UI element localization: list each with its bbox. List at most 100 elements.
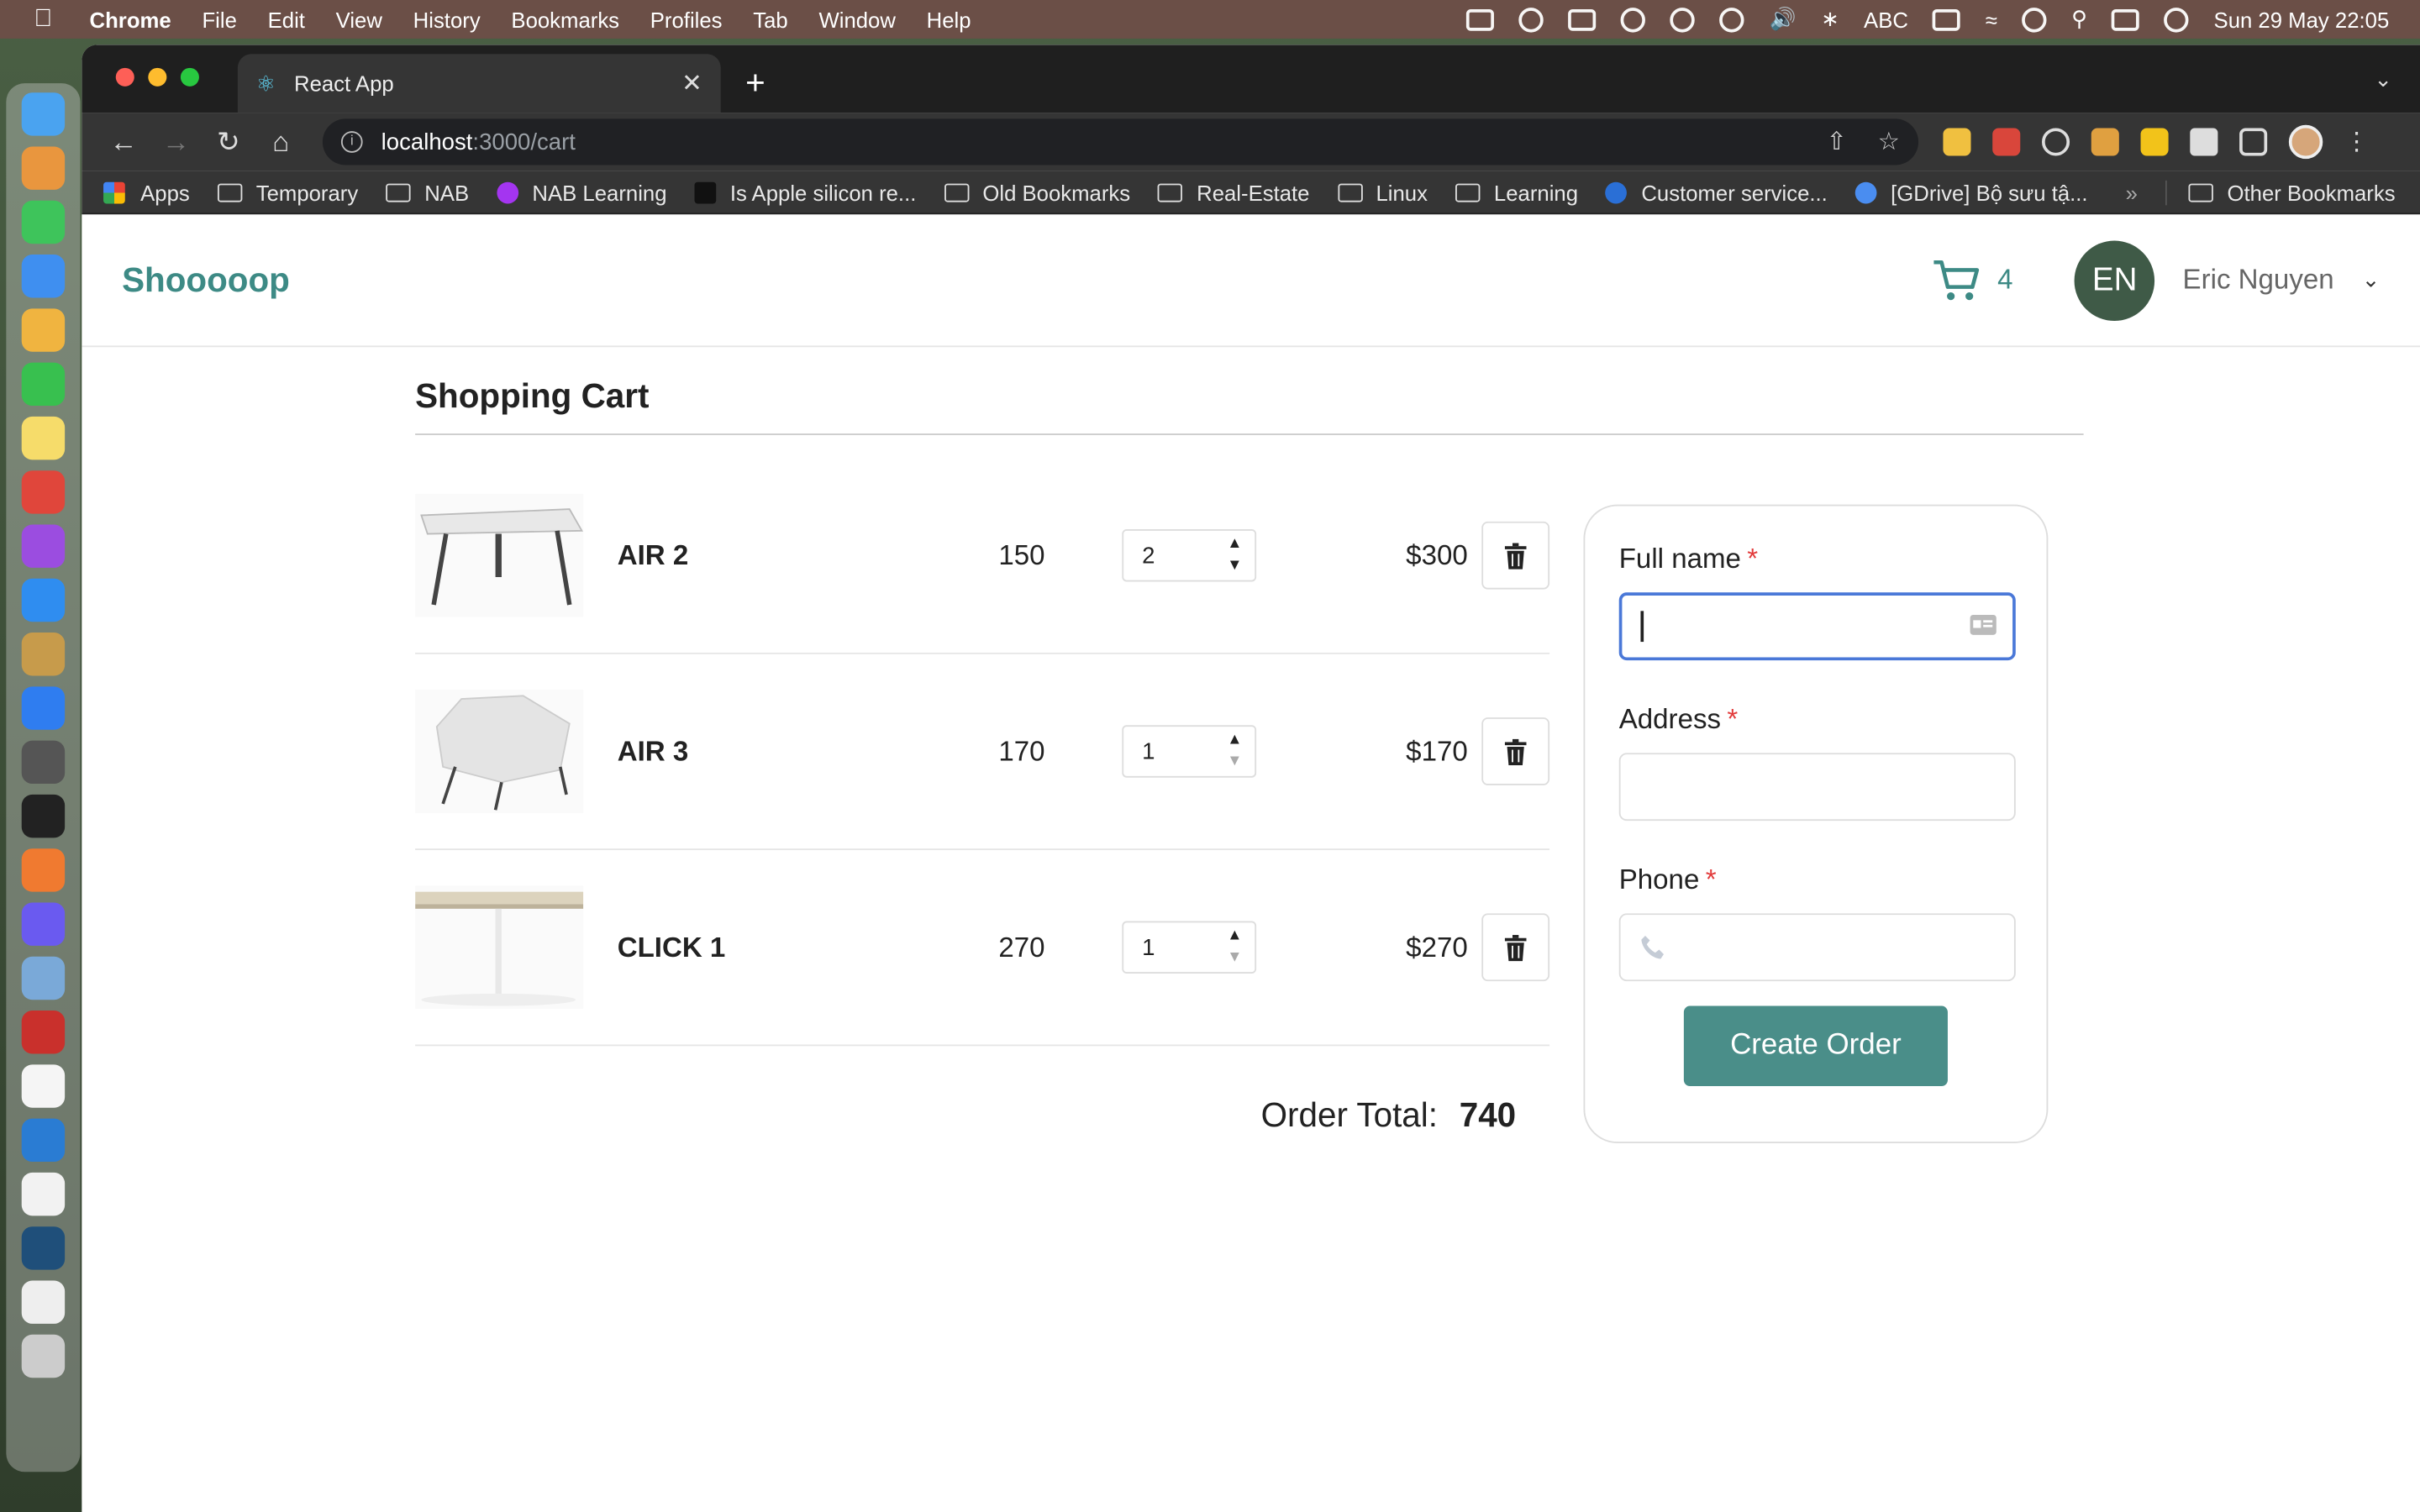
side-panel-icon[interactable] xyxy=(2239,128,2268,156)
vscode-icon[interactable] xyxy=(21,1118,66,1163)
reload-button[interactable]: ↻ xyxy=(203,126,255,159)
menu-edit[interactable]: Edit xyxy=(268,7,305,31)
bookmarks-overflow-icon[interactable]: » xyxy=(2126,180,2138,204)
decrement-icon[interactable]: ▼ xyxy=(1227,751,1242,773)
docker-icon[interactable] xyxy=(1568,8,1597,30)
bookmark-gdrive[interactable]: [GDrive] Bộ sưu tậ... xyxy=(1854,180,2088,204)
preview-icon[interactable] xyxy=(21,956,66,1000)
facetime-icon[interactable] xyxy=(21,362,66,407)
bookmark-other-bookmarks[interactable]: Other Bookmarks xyxy=(2188,180,2396,204)
avatar[interactable]: EN xyxy=(2074,239,2155,321)
menu-file[interactable]: File xyxy=(202,7,236,31)
bookmark-real-estate[interactable]: Real-Estate xyxy=(1158,180,1309,204)
calendar-icon[interactable] xyxy=(21,1064,66,1108)
browser-menu-icon[interactable]: ⋮ xyxy=(2344,127,2369,158)
extension-3-icon[interactable] xyxy=(2042,128,2070,156)
notes-icon[interactable] xyxy=(21,416,66,460)
contrast-icon[interactable] xyxy=(1519,7,1544,32)
menu-help[interactable]: Help xyxy=(927,7,971,31)
back-button[interactable]: ← xyxy=(97,126,150,159)
user-icon[interactable] xyxy=(2022,7,2047,32)
quantity-stepper[interactable]: 1 ▲ ▼ xyxy=(1122,725,1257,778)
spotlight-icon[interactable]: ⚲ xyxy=(2071,6,2087,32)
increment-icon[interactable]: ▲ xyxy=(1227,926,1242,948)
decrement-icon[interactable]: ▼ xyxy=(1227,948,1242,969)
home-button[interactable]: ⌂ xyxy=(255,126,307,159)
close-window-button[interactable] xyxy=(115,67,134,87)
menu-tab[interactable]: Tab xyxy=(753,7,787,31)
zoom-window-button[interactable] xyxy=(180,67,199,87)
finder-icon[interactable] xyxy=(21,92,66,136)
trash-bin-icon[interactable] xyxy=(21,1334,66,1378)
menu-profiles[interactable]: Profiles xyxy=(650,7,723,31)
menu-app-name[interactable]: Chrome xyxy=(90,7,171,31)
clock[interactable]: Sun 29 May 22:05 xyxy=(2214,7,2390,31)
menu-window[interactable]: Window xyxy=(818,7,895,31)
apple-icon[interactable]:  xyxy=(34,6,58,31)
extension-2-icon[interactable] xyxy=(1992,128,2021,156)
user-name[interactable]: Eric Nguyen xyxy=(2183,264,2334,297)
quantity-stepper[interactable]: 1 ▲ ▼ xyxy=(1122,921,1257,974)
play-icon[interactable] xyxy=(1670,7,1696,32)
browser-profile-avatar[interactable] xyxy=(2288,124,2323,160)
share-icon[interactable]: ⇧ xyxy=(1826,127,1847,158)
extensions-puzzle-icon[interactable] xyxy=(2190,128,2218,156)
brand-logo[interactable]: Shooooop xyxy=(122,260,290,300)
bookmark-customer-service[interactable]: Customer service... xyxy=(1606,180,1828,204)
menu-view[interactable]: View xyxy=(336,7,382,31)
terminal-icon[interactable] xyxy=(21,794,66,838)
bluetooth-icon[interactable]: ∗ xyxy=(1821,6,1839,32)
increment-icon[interactable]: ▲ xyxy=(1227,730,1242,752)
extension-5-icon[interactable] xyxy=(2140,128,2169,156)
chrome-icon[interactable] xyxy=(21,470,66,514)
increment-icon[interactable]: ▲ xyxy=(1227,534,1242,556)
podcasts-icon[interactable] xyxy=(21,524,66,568)
full-name-field[interactable] xyxy=(1618,592,2016,661)
photos-icon[interactable] xyxy=(21,308,66,352)
tab-react-app[interactable]: ⚛ React App ✕ xyxy=(237,54,721,113)
delete-item-button[interactable] xyxy=(1481,521,1550,590)
site-info-icon[interactable]: i xyxy=(340,131,363,153)
battery-icon[interactable] xyxy=(1933,8,1961,30)
document-icon[interactable] xyxy=(21,1280,66,1324)
phone-field[interactable] xyxy=(1618,913,2016,982)
drive-icon[interactable] xyxy=(1466,8,1495,30)
extension-1-icon[interactable] xyxy=(1943,128,1971,156)
wifi-icon[interactable]: ≈ xyxy=(1986,7,1997,31)
cart-button[interactable]: 4 xyxy=(1933,257,2013,303)
bookmark-learning[interactable]: Learning xyxy=(1455,180,1578,204)
mail-icon[interactable] xyxy=(21,255,66,298)
bookmark-old-bookmarks[interactable]: Old Bookmarks xyxy=(944,180,1130,204)
address-bar[interactable]: i localhost :3000/cart ⇧ ☆ xyxy=(322,118,1919,165)
minimize-window-button[interactable] xyxy=(148,67,167,87)
textedit-icon[interactable] xyxy=(21,1172,66,1216)
decrement-icon[interactable]: ▼ xyxy=(1227,555,1242,577)
forward-button[interactable]: → xyxy=(150,126,202,159)
siri-icon[interactable] xyxy=(2164,7,2190,32)
new-tab-button[interactable]: + xyxy=(745,63,765,103)
messages-icon[interactable] xyxy=(21,200,66,244)
input-source[interactable]: ABC xyxy=(1864,7,1908,31)
accessibility-icon[interactable] xyxy=(1719,7,1745,32)
bookmark-apps[interactable]: Apps xyxy=(103,180,190,204)
mysql-icon[interactable] xyxy=(21,1226,66,1270)
delete-item-button[interactable] xyxy=(1481,717,1550,785)
grammarly-icon[interactable] xyxy=(1621,7,1646,32)
close-tab-icon[interactable]: ✕ xyxy=(681,68,702,99)
zalo-icon[interactable] xyxy=(21,686,66,730)
create-order-button[interactable]: Create Order xyxy=(1683,1005,1948,1087)
control-center-icon[interactable] xyxy=(2112,8,2140,30)
volume-icon[interactable]: 🔊 xyxy=(1770,6,1797,32)
address-field[interactable] xyxy=(1618,753,2016,822)
extension-4-icon[interactable] xyxy=(2091,128,2119,156)
menu-history[interactable]: History xyxy=(413,7,481,31)
app-store-icon[interactable] xyxy=(21,578,66,622)
chevron-down-icon[interactable]: ⌄ xyxy=(2362,267,2381,293)
contact-card-icon[interactable] xyxy=(1970,614,1997,636)
launchpad-icon[interactable] xyxy=(21,146,66,190)
bookmark-temporary[interactable]: Temporary xyxy=(217,180,358,204)
delete-item-button[interactable] xyxy=(1481,913,1550,982)
tab-search-chevron-icon[interactable]: ⌄ xyxy=(2374,66,2392,92)
bookmark-linux[interactable]: Linux xyxy=(1337,180,1428,204)
bookmark-nab[interactable]: NAB xyxy=(386,180,469,204)
